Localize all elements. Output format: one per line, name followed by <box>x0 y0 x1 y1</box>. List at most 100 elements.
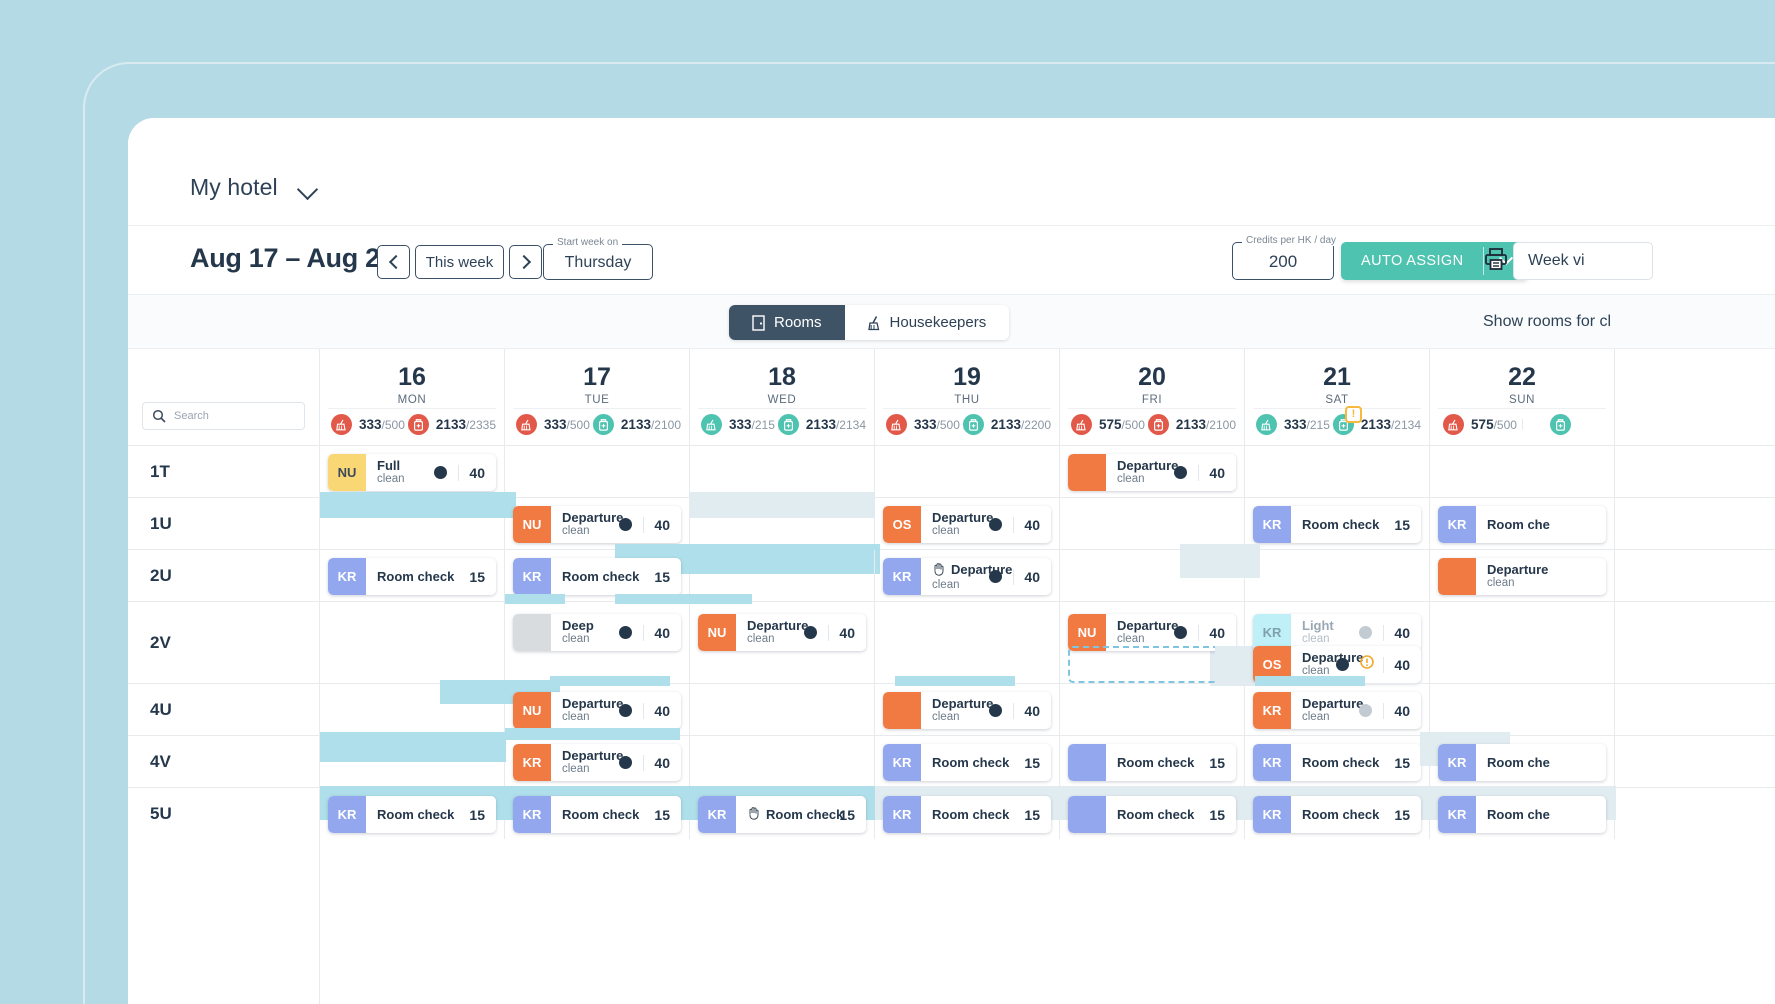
schedule-cell[interactable] <box>1060 684 1245 735</box>
schedule-cell[interactable]: KRRoom che <box>1430 788 1615 839</box>
schedule-cell[interactable] <box>1430 684 1615 735</box>
schedule-cell[interactable] <box>320 684 505 735</box>
task-card-meta: 40 <box>989 569 1051 585</box>
task-card-meta: 15 <box>1199 807 1236 823</box>
schedule-cell[interactable]: KRRoom che <box>1430 736 1615 787</box>
task-card[interactable]: KRRoom check15 <box>883 744 1051 781</box>
task-card[interactable]: KRRoom check15 <box>883 796 1051 833</box>
schedule-cell[interactable]: KRLightclean40OSDepartureclean40 <box>1245 602 1430 683</box>
schedule-cell[interactable]: KRDepartureclean40 <box>505 736 690 787</box>
schedule-cell[interactable]: KRRoom check15 <box>320 550 505 601</box>
search-input[interactable]: Search <box>142 402 305 430</box>
task-card[interactable]: KRDepartureclean40 <box>513 744 681 781</box>
occupancy-bar <box>505 728 680 740</box>
schedule-cell[interactable]: KRRoom check15 <box>690 788 875 839</box>
task-card[interactable]: KRRoom che <box>1438 744 1606 781</box>
schedule-cell[interactable]: KRRoom check15 <box>320 788 505 839</box>
schedule-cell[interactable] <box>875 602 1060 683</box>
task-card[interactable]: NUFullclean40 <box>328 454 496 491</box>
task-card[interactable]: Deepclean40 <box>513 614 681 651</box>
task-card[interactable]: KRRoom check15 <box>513 796 681 833</box>
prev-week-button[interactable] <box>377 245 410 279</box>
schedule-cell[interactable]: KRRoom check15 <box>875 736 1060 787</box>
schedule-cell[interactable]: KRRoom check15 <box>505 788 690 839</box>
credits-per-hk-label: Credits per HK / day <box>1242 235 1340 246</box>
start-week-on-select[interactable]: Start week on Thursday <box>543 244 653 280</box>
schedule-cell[interactable] <box>1430 602 1615 683</box>
schedule-cell[interactable]: Departureclean <box>1430 550 1615 601</box>
day-header-row: 16MON333/5002133/233517TUE333/5002133/21… <box>320 349 1775 445</box>
task-card[interactable]: OSDepartureclean40 <box>883 506 1051 543</box>
schedule-cell[interactable] <box>690 684 875 735</box>
housekeeper-initials <box>513 614 551 651</box>
schedule-cell[interactable]: KRRoom check15 <box>875 788 1060 839</box>
schedule-cell[interactable] <box>1245 446 1430 497</box>
schedule-cell[interactable] <box>1060 498 1245 549</box>
schedule-cell[interactable]: KRRoom check15 <box>1245 736 1430 787</box>
schedule-cell[interactable]: NUDepartureclean40 <box>505 498 690 549</box>
schedule-cell[interactable]: OSDepartureclean40 <box>875 498 1060 549</box>
task-card[interactable]: KRRoom che <box>1438 506 1606 543</box>
schedule-cell[interactable]: NUDepartureclean40 <box>690 602 875 683</box>
schedule-cell[interactable]: Room check15 <box>1060 788 1245 839</box>
print-button[interactable] <box>1483 246 1509 277</box>
task-card[interactable]: Room check15 <box>1068 744 1236 781</box>
task-card[interactable]: KRDepartureclean40 <box>1253 692 1421 729</box>
metric-value: 575/500 <box>1471 417 1517 432</box>
schedule-cell[interactable]: KRRoom che <box>1430 498 1615 549</box>
schedule-cell[interactable] <box>690 446 875 497</box>
status-dot <box>1174 466 1187 479</box>
schedule-cell[interactable] <box>690 736 875 787</box>
task-card[interactable]: NUDepartureclean40 <box>513 692 681 729</box>
schedule-cell[interactable] <box>875 446 1060 497</box>
start-week-on-value: Thursday <box>544 254 652 272</box>
schedule-cell[interactable] <box>1060 550 1245 601</box>
task-card[interactable]: NUDepartureclean40 <box>698 614 866 651</box>
task-card[interactable]: KRDepartureclean40 <box>883 558 1051 595</box>
schedule-cell[interactable] <box>505 446 690 497</box>
task-card[interactable]: Departureclean <box>1438 558 1606 595</box>
task-card[interactable]: Room check15 <box>1068 796 1236 833</box>
task-card[interactable]: Departureclean40 <box>1068 454 1236 491</box>
task-card[interactable]: KRRoom che <box>1438 796 1606 833</box>
next-week-button[interactable] <box>509 245 542 279</box>
task-card[interactable]: KRRoom check15 <box>1253 796 1421 833</box>
task-title: Departure <box>932 511 989 525</box>
task-card[interactable]: KRRoom check15 <box>698 796 866 833</box>
tab-housekeepers[interactable]: Housekeepers <box>845 305 1010 340</box>
schedule-cell[interactable] <box>1245 550 1430 601</box>
task-subtitle: clean <box>562 525 619 538</box>
schedule-cell[interactable]: Room check15 <box>1060 736 1245 787</box>
show-rooms-for-cleaning-toggle[interactable]: Show rooms for cl <box>1483 313 1611 331</box>
task-card-meta: 15 <box>1384 517 1421 533</box>
schedule-cell[interactable]: Departureclean40 <box>875 684 1060 735</box>
schedule-cell[interactable] <box>1430 446 1615 497</box>
schedule-cell[interactable]: NUFullclean40 <box>320 446 505 497</box>
schedule-cell[interactable]: KRRoom check15 <box>1245 788 1430 839</box>
task-card[interactable]: KRRoom check15 <box>328 558 496 595</box>
view-mode-select[interactable]: Week vi <box>1513 242 1653 280</box>
metric-broom: 333/215 <box>1253 414 1333 435</box>
task-card[interactable]: KRRoom check15 <box>1253 744 1421 781</box>
schedule-cell[interactable] <box>690 498 875 549</box>
schedule-cell[interactable]: KRDepartureclean40 <box>1245 684 1430 735</box>
schedule-cell[interactable] <box>320 736 505 787</box>
task-card[interactable]: NUDepartureclean40 <box>513 506 681 543</box>
task-credits: 40 <box>1198 465 1225 481</box>
tab-rooms[interactable]: Rooms <box>729 305 845 340</box>
this-week-button[interactable]: This week <box>415 245 504 279</box>
schedule-cell[interactable] <box>320 498 505 549</box>
task-card[interactable]: KRRoom check15 <box>328 796 496 833</box>
schedule-cell[interactable]: Departureclean40 <box>1060 446 1245 497</box>
credits-per-hk-field[interactable]: Credits per HK / day 200 <box>1232 242 1334 280</box>
housekeeper-initials: KR <box>328 796 366 833</box>
task-card-meta: 40 <box>1359 703 1421 719</box>
schedule-cell[interactable] <box>320 602 505 683</box>
task-card[interactable]: KRRoom check15 <box>1253 506 1421 543</box>
task-card[interactable]: KRRoom check15 <box>513 558 681 595</box>
task-card[interactable]: Departureclean40 <box>883 692 1051 729</box>
schedule-cell[interactable]: Deepclean40 <box>505 602 690 683</box>
schedule-cell[interactable]: KRDepartureclean40 <box>875 550 1060 601</box>
hotel-selector[interactable]: My hotel <box>190 174 320 201</box>
schedule-cell[interactable]: KRRoom check15 <box>1245 498 1430 549</box>
